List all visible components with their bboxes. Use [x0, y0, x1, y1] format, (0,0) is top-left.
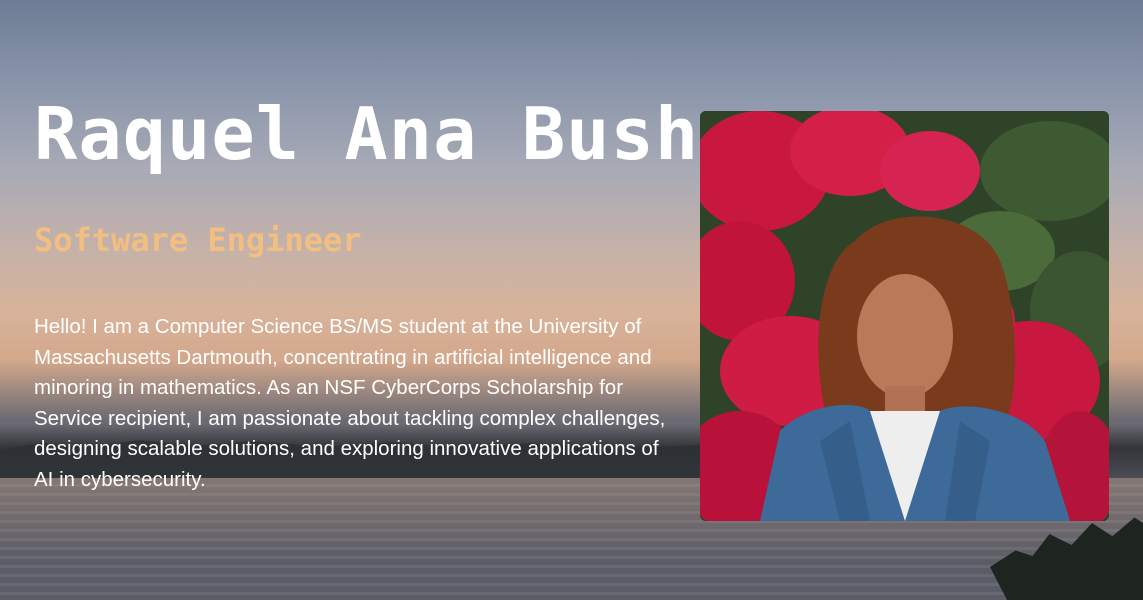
profile-bio: Hello! I am a Computer Science BS/MS stu… — [34, 315, 666, 491]
portrait-photo-illustration — [700, 111, 1109, 521]
profile-name: Raquel Ana Bush — [34, 92, 700, 176]
profile-role: Software Engineer — [34, 221, 362, 259]
profile-photo — [700, 111, 1109, 521]
hero-section: Raquel Ana Bush Software Engineer Hello!… — [0, 0, 1143, 600]
